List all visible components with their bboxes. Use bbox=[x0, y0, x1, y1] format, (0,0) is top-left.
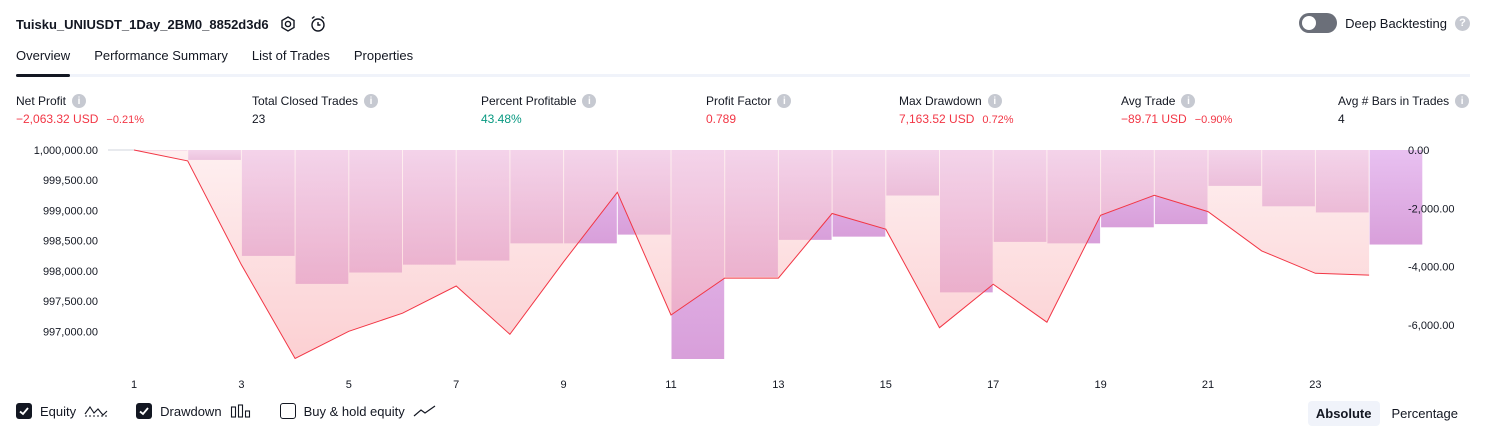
stat-value: 23 bbox=[252, 112, 266, 126]
checkbox-unchecked-icon[interactable] bbox=[279, 403, 296, 419]
x-axis-tick-label: 5 bbox=[346, 379, 352, 391]
stat-value: 43.48% bbox=[481, 112, 522, 126]
x-axis-tick-label: 9 bbox=[561, 379, 567, 391]
x-axis-tick-label: 1 bbox=[131, 379, 137, 391]
stat-value: −89.71 USD bbox=[1121, 112, 1187, 126]
info-icon[interactable]: i bbox=[777, 94, 792, 108]
stat-sub-value: −0.90% bbox=[1194, 114, 1233, 126]
buy-hold-line-icon bbox=[413, 404, 437, 418]
left-axis-tick-label: 997,000.00 bbox=[43, 326, 98, 338]
right-axis-tick-label: -2,000.00 bbox=[1408, 203, 1454, 215]
right-axis-tick-label: -4,000.00 bbox=[1408, 262, 1454, 274]
x-axis-tick-label: 11 bbox=[665, 379, 676, 391]
mode-absolute-button[interactable]: Absolute bbox=[1307, 401, 1380, 426]
left-axis-tick-label: 997,500.00 bbox=[43, 296, 98, 308]
stat-max-drawdown: Max Drawdown i 7,163.52 USD 0.72% bbox=[899, 93, 1014, 126]
stat-profit-factor: Profit Factor i 0.789 bbox=[706, 93, 792, 126]
tab-performance-summary[interactable]: Performance Summary bbox=[94, 42, 228, 74]
left-axis-tick-label: 998,500.00 bbox=[43, 236, 98, 248]
stat-label: Total Closed Trades bbox=[252, 94, 359, 108]
info-icon[interactable]: i bbox=[582, 94, 597, 108]
right-axis-tick-label: 0.00 bbox=[1408, 145, 1429, 157]
strategy-header: Tuisku_UNIUSDT_1Day_2BM0_8852d3d6 bbox=[16, 10, 329, 38]
info-icon[interactable]: i bbox=[72, 94, 87, 108]
legend-buy-hold-equity[interactable]: Buy & hold equity bbox=[279, 403, 437, 419]
stat-value: 0.789 bbox=[706, 112, 737, 126]
stat-label: Profit Factor bbox=[706, 94, 772, 108]
legend-label: Buy & hold equity bbox=[303, 403, 405, 419]
equity-drawdown-chart[interactable]: 1,000,000.00 999,500.00 999,000.00 998,500.… bbox=[0, 140, 1486, 396]
deep-backtesting-toggle[interactable] bbox=[1299, 13, 1338, 33]
left-axis-tick-label: 998,000.00 bbox=[43, 266, 98, 278]
x-axis-tick-label: 7 bbox=[453, 379, 459, 391]
tab-list-of-trades[interactable]: List of Trades bbox=[252, 42, 330, 74]
question-icon[interactable]: ? bbox=[1455, 15, 1470, 31]
settings-gear-icon[interactable] bbox=[277, 13, 299, 35]
x-axis-tick-label: 3 bbox=[238, 379, 244, 391]
display-mode-switch: Absolute Percentage bbox=[1307, 401, 1467, 426]
info-icon[interactable]: i bbox=[1181, 94, 1196, 108]
info-icon[interactable]: i bbox=[1455, 94, 1470, 108]
stat-value: 4 bbox=[1338, 112, 1345, 126]
tab-overview[interactable]: Overview bbox=[16, 42, 71, 77]
x-axis-tick-label: 21 bbox=[1202, 379, 1214, 391]
info-icon[interactable]: i bbox=[987, 94, 1002, 108]
stat-percent-profitable: Percent Profitable i 43.48% bbox=[481, 93, 597, 126]
strategy-title: Tuisku_UNIUSDT_1Day_2BM0_8852d3d6 bbox=[16, 16, 269, 32]
left-axis-tick-label: 1,000,000.00 bbox=[34, 145, 98, 157]
left-axis-tick-label: 999,000.00 bbox=[43, 205, 98, 217]
drawdown-bars-icon bbox=[230, 404, 252, 418]
x-axis-tick-label: 17 bbox=[987, 379, 999, 391]
stat-avg-bars-in-trades: Avg # Bars in Trades i 4 bbox=[1338, 93, 1470, 126]
stat-label: Net Profit bbox=[16, 94, 67, 108]
x-axis-tick-label: 23 bbox=[1309, 379, 1321, 391]
stat-total-closed-trades: Total Closed Trades i 23 bbox=[252, 93, 379, 126]
alarm-clock-plus-icon[interactable] bbox=[307, 13, 329, 35]
stat-label: Avg Trade bbox=[1121, 94, 1176, 108]
legend-equity[interactable]: Equity bbox=[16, 403, 108, 419]
toggle-knob bbox=[1302, 16, 1317, 30]
right-axis-tick-label: -6,000.00 bbox=[1408, 320, 1454, 332]
x-axis-tick-label: 19 bbox=[1094, 379, 1106, 391]
info-icon[interactable]: i bbox=[364, 94, 379, 108]
x-axis-tick-label: 13 bbox=[772, 379, 784, 391]
deep-backtesting: Deep Backtesting ? bbox=[1299, 13, 1470, 33]
stat-label: Percent Profitable bbox=[481, 94, 577, 108]
stat-label: Avg # Bars in Trades bbox=[1338, 94, 1450, 108]
legend-label: Drawdown bbox=[160, 403, 222, 419]
checkbox-checked-icon[interactable] bbox=[136, 403, 153, 419]
tab-properties[interactable]: Properties bbox=[354, 42, 413, 74]
mode-percentage-button[interactable]: Percentage bbox=[1384, 401, 1467, 426]
tab-bar: Overview Performance Summary List of Tra… bbox=[16, 42, 1470, 77]
legend-drawdown[interactable]: Drawdown bbox=[136, 403, 251, 419]
stat-avg-trade: Avg Trade i −89.71 USD −0.90% bbox=[1121, 93, 1232, 126]
chart-legend: Equity Drawdown Buy & hold equity bbox=[16, 403, 437, 419]
stat-net-profit: Net Profit i −2,063.32 USD −0.21% bbox=[16, 93, 144, 126]
legend-label: Equity bbox=[40, 403, 77, 419]
stat-value: −2,063.32 USD bbox=[16, 112, 99, 126]
stat-sub-value: 0.72% bbox=[982, 114, 1014, 126]
x-axis-tick-label: 15 bbox=[880, 379, 892, 391]
stat-sub-value: −0.21% bbox=[106, 114, 145, 126]
drawdown-bar bbox=[1369, 150, 1423, 245]
equity-area bbox=[134, 150, 1370, 359]
stat-value: 7,163.52 USD bbox=[899, 112, 975, 126]
equity-line-icon bbox=[84, 404, 108, 418]
deep-backtesting-label: Deep Backtesting bbox=[1345, 15, 1447, 31]
stat-label: Max Drawdown bbox=[899, 94, 982, 108]
checkbox-checked-icon[interactable] bbox=[16, 403, 32, 419]
left-axis-tick-label: 999,500.00 bbox=[43, 175, 98, 187]
